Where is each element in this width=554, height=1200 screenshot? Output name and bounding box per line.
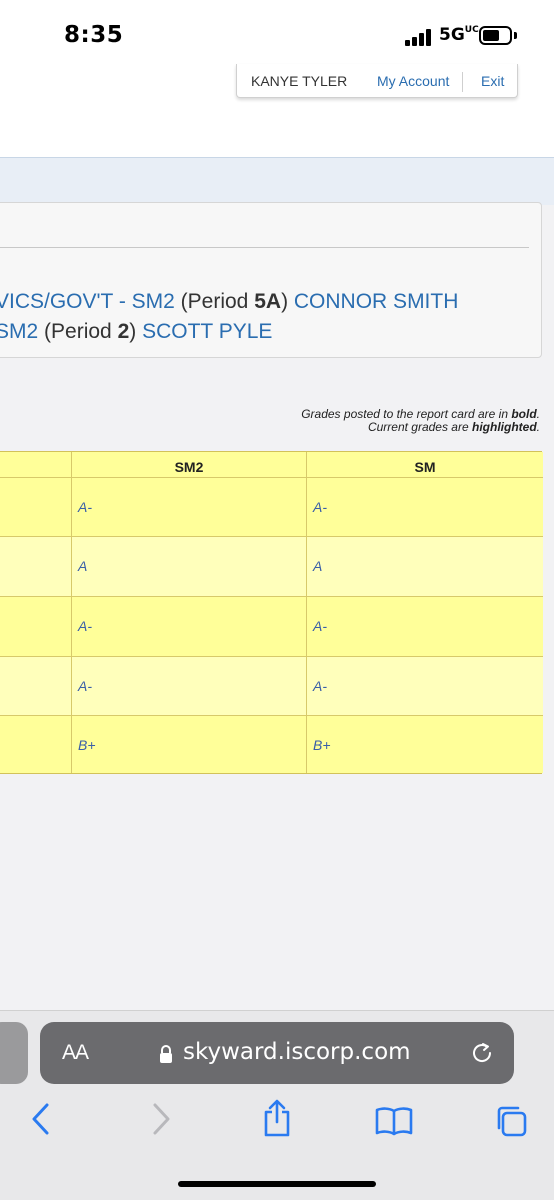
teacher-link[interactable]: CONNOR SMITH	[294, 290, 459, 313]
previous-tab-preview[interactable]	[0, 1022, 28, 1084]
table-row-label	[0, 716, 72, 773]
period-number: 5A	[254, 290, 282, 313]
grade-cell[interactable]: A-	[72, 657, 307, 716]
status-bar: 8:35 5GUC	[0, 0, 554, 62]
grade-legend: Grades posted to the report card are in …	[301, 408, 540, 434]
table-header-sm: SM	[307, 452, 543, 478]
battery-icon	[479, 26, 512, 45]
battery-tip	[514, 32, 517, 39]
reload-icon[interactable]	[470, 1040, 496, 1066]
grade-cell[interactable]: A	[72, 537, 307, 597]
grade-cell[interactable]: A-	[72, 597, 307, 657]
table-row-label	[0, 657, 72, 716]
course-link[interactable]: SM2	[0, 320, 38, 343]
grade-cell[interactable]: A-	[72, 478, 307, 537]
class-row: SM2 (Period 2) SCOTT PYLE	[0, 320, 272, 344]
text-size-button[interactable]: AA	[62, 1041, 89, 1065]
back-icon[interactable]	[30, 1102, 52, 1136]
account-divider	[462, 72, 463, 92]
account-bar: KANYE TYLER My Account Exit	[236, 64, 518, 98]
my-account-link[interactable]: My Account	[377, 73, 449, 89]
network-type: 5GUC	[439, 25, 479, 45]
status-time: 8:35	[64, 22, 124, 48]
teacher-link[interactable]: SCOTT PYLE	[142, 320, 272, 343]
share-icon[interactable]	[262, 1098, 292, 1138]
class-row: VICS/GOV'T - SM2 (Period 5A) CONNOR SMIT…	[0, 290, 458, 314]
cellular-signal-icon	[405, 28, 435, 46]
grade-cell[interactable]: A-	[307, 478, 543, 537]
bookmarks-icon[interactable]	[375, 1106, 413, 1136]
table-row-label	[0, 537, 72, 597]
grade-cell[interactable]: B+	[72, 716, 307, 773]
period-number: 2	[117, 320, 130, 343]
exit-link[interactable]: Exit	[481, 73, 504, 89]
table-row-label	[0, 478, 72, 537]
course-link[interactable]: VICS/GOV'T - SM2	[0, 290, 175, 313]
grade-cell[interactable]: A-	[307, 597, 543, 657]
user-name: KANYE TYLER	[251, 73, 348, 89]
lock-icon	[160, 1045, 172, 1063]
home-indicator	[178, 1181, 376, 1187]
legend-line-2: Current grades are highlighted.	[367, 420, 540, 434]
nav-band	[0, 157, 554, 205]
table-header-sm2: SM2	[72, 452, 307, 478]
grade-cell[interactable]: A	[307, 537, 543, 597]
address-bar[interactable]: AA skyward.iscorp.com	[40, 1022, 514, 1084]
forward-icon	[153, 1103, 170, 1135]
table-row-label	[0, 597, 72, 657]
panel-divider	[0, 247, 529, 248]
grade-cell[interactable]: A-	[307, 657, 543, 716]
grades-table: SM2 SM A- A- A A A- A- A- A- B+ B+	[0, 451, 543, 774]
grade-cell[interactable]: B+	[307, 716, 543, 773]
tabs-icon[interactable]	[494, 1104, 528, 1138]
table-header-cell	[0, 452, 72, 478]
class-info-panel: VICS/GOV'T - SM2 (Period 5A) CONNOR SMIT…	[0, 202, 542, 358]
url-text[interactable]: skyward.iscorp.com	[183, 1039, 411, 1065]
